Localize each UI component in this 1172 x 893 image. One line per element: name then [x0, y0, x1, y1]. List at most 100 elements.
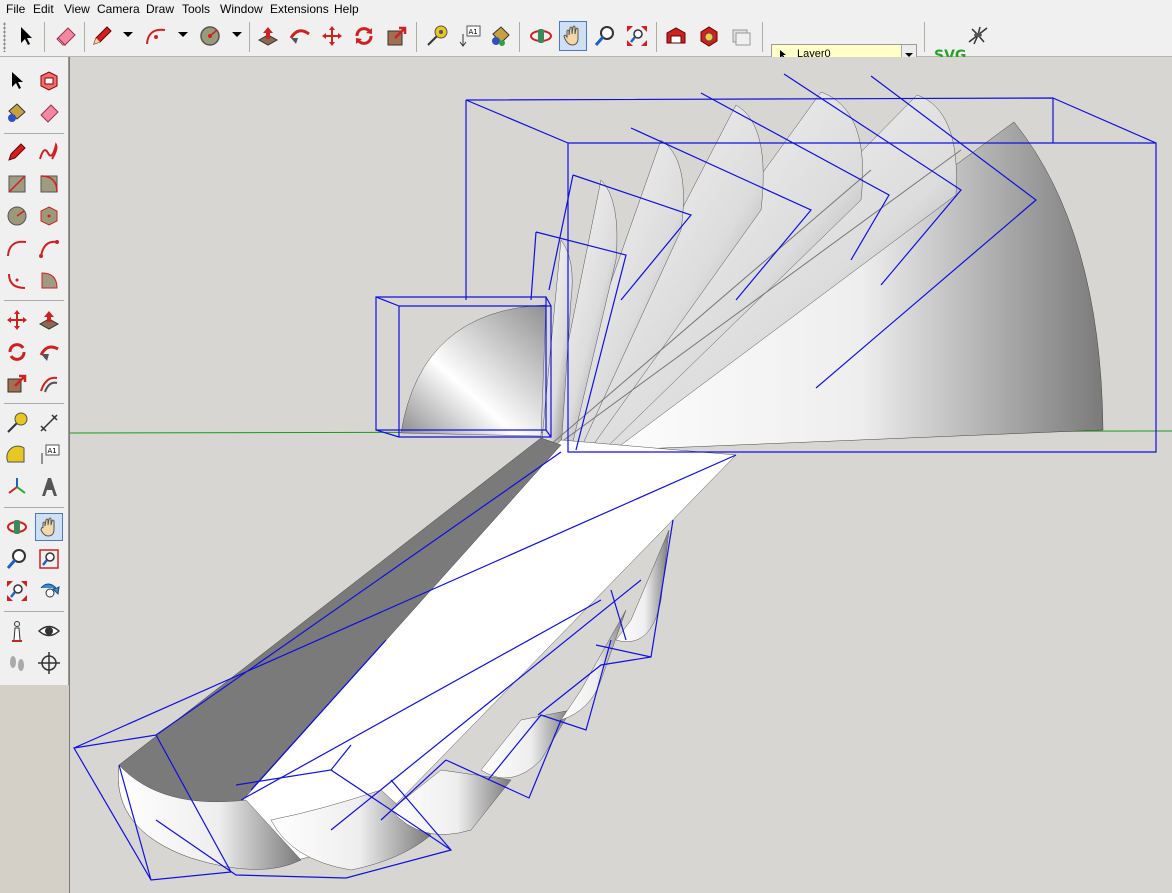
select-tool-button[interactable]	[12, 21, 40, 51]
tool-zoom[interactable]	[3, 545, 31, 573]
modeling-viewport[interactable]	[69, 57, 1172, 893]
eraser-tool-button[interactable]	[52, 21, 80, 51]
tool-look-around[interactable]	[35, 617, 63, 645]
menu-camera[interactable]: Camera	[97, 2, 140, 16]
tool-rectangle[interactable]	[3, 170, 31, 198]
tool-previous-view[interactable]	[35, 577, 63, 605]
toolbar-separator	[84, 22, 85, 52]
push-pull-tool-button[interactable]	[254, 21, 282, 51]
toolbar-grip[interactable]	[3, 22, 6, 52]
tape-measure-tool-button[interactable]	[423, 21, 451, 51]
tool-axes[interactable]	[3, 473, 31, 501]
tool-arc[interactable]	[3, 234, 31, 262]
tool-paint-bucket[interactable]	[3, 99, 31, 127]
tool-zoom-extents[interactable]	[3, 577, 31, 605]
tool-push-pull[interactable]	[35, 306, 63, 334]
rotate-tool-button[interactable]	[350, 21, 378, 51]
tool-make-component[interactable]	[35, 67, 63, 95]
tool-3-point-arc[interactable]	[3, 266, 31, 294]
tool-eraser[interactable]	[35, 99, 63, 127]
menu-bar: File Edit View Camera Draw Tools Window …	[0, 0, 1172, 18]
follow-me-icon	[39, 345, 59, 361]
tool-line[interactable]	[3, 138, 31, 166]
toolbar-separator	[762, 22, 763, 52]
tool-text[interactable]: A1	[35, 441, 63, 469]
orbit-icon	[530, 29, 552, 43]
get-models-tool-button[interactable]	[662, 21, 690, 51]
tool-freehand[interactable]	[35, 138, 63, 166]
3d-text-icon	[42, 478, 57, 496]
3d-model-canvas[interactable]	[70, 57, 1172, 893]
menu-extensions[interactable]: Extensions	[270, 2, 329, 16]
circle-dropdown-arrow[interactable]	[232, 32, 242, 37]
orbit-tool-button[interactable]	[527, 21, 555, 51]
pencil-tool-button[interactable]	[88, 21, 116, 51]
tool-2-point-arc[interactable]	[35, 234, 63, 262]
zoom-tool-button[interactable]	[591, 21, 619, 51]
circle-tool-button[interactable]	[196, 21, 224, 51]
menu-draw[interactable]: Draw	[146, 2, 174, 16]
components-tool-button[interactable]	[695, 21, 723, 51]
arc-dropdown-arrow[interactable]	[178, 32, 188, 37]
push-pull-icon	[257, 27, 279, 46]
dome-slice-small	[400, 304, 547, 437]
pan-hand-icon	[563, 25, 579, 46]
tool-section-plane[interactable]	[35, 649, 63, 677]
tool-follow-me[interactable]	[35, 338, 63, 366]
toolbar-separator	[44, 22, 45, 52]
tool-pan[interactable]	[35, 513, 63, 541]
lower-cylinder-fan[interactable]	[118, 437, 737, 871]
tool-pie[interactable]	[35, 266, 63, 294]
upper-dome-fan[interactable]	[400, 91, 1104, 453]
toolbar-separator	[924, 22, 925, 52]
tool-3d-text[interactable]	[35, 473, 63, 501]
eraser-icon	[56, 27, 76, 46]
main-toolbar: A1 Layer0 SVG	[0, 18, 1172, 64]
left-toolbar-separator	[4, 611, 64, 612]
menu-view[interactable]: View	[64, 2, 90, 16]
menu-tools[interactable]: Tools	[182, 2, 210, 16]
tool-polygon[interactable]	[35, 202, 63, 230]
tool-tape-measure[interactable]	[3, 409, 31, 437]
tool-offset[interactable]	[35, 370, 63, 398]
move-tool-button[interactable]	[318, 21, 346, 51]
pencil-dropdown-arrow[interactable]	[123, 32, 133, 37]
tool-scale[interactable]	[3, 370, 31, 398]
tool-move[interactable]	[3, 306, 31, 334]
tool-select[interactable]	[3, 67, 31, 95]
section-plane-icon	[38, 652, 60, 674]
pan-tool-button[interactable]	[559, 21, 587, 51]
tool-position-camera[interactable]	[3, 617, 31, 645]
rotate-icon	[8, 343, 26, 361]
menu-help[interactable]: Help	[334, 2, 359, 16]
tape-measure-icon	[7, 412, 28, 433]
offset-icon	[40, 376, 58, 393]
extension-tool-button[interactable]	[964, 21, 992, 51]
tool-rotate[interactable]	[3, 338, 31, 366]
tool-zoom-window[interactable]	[35, 545, 63, 573]
menu-window[interactable]: Window	[220, 2, 263, 16]
menu-file[interactable]: File	[6, 2, 25, 16]
pencil-icon	[93, 26, 112, 45]
zoom-extents-tool-button[interactable]	[623, 21, 651, 51]
text-label-icon: A1	[459, 25, 481, 47]
three-point-arc-icon	[8, 273, 26, 289]
tool-rotated-rectangle[interactable]	[35, 170, 63, 198]
arc-tool-button[interactable]	[142, 21, 170, 51]
tool-circle[interactable]	[3, 202, 31, 230]
toolbar-separator	[249, 22, 250, 52]
scale-tool-button[interactable]	[383, 21, 411, 51]
pie-icon	[41, 272, 58, 289]
tool-walk[interactable]	[3, 649, 31, 677]
zoom-window-icon	[39, 549, 59, 569]
paint-bucket-tool-button[interactable]	[487, 21, 515, 51]
tool-protractor[interactable]	[3, 441, 31, 469]
text-tool-button[interactable]: A1	[456, 21, 484, 51]
share-model-tool-button[interactable]	[727, 21, 755, 51]
two-point-arc-icon	[39, 240, 59, 258]
tool-dimension[interactable]	[35, 409, 63, 437]
follow-me-tool-button[interactable]	[286, 21, 314, 51]
pencil-icon	[8, 143, 26, 161]
menu-edit[interactable]: Edit	[33, 2, 54, 16]
tool-orbit[interactable]	[3, 513, 31, 541]
